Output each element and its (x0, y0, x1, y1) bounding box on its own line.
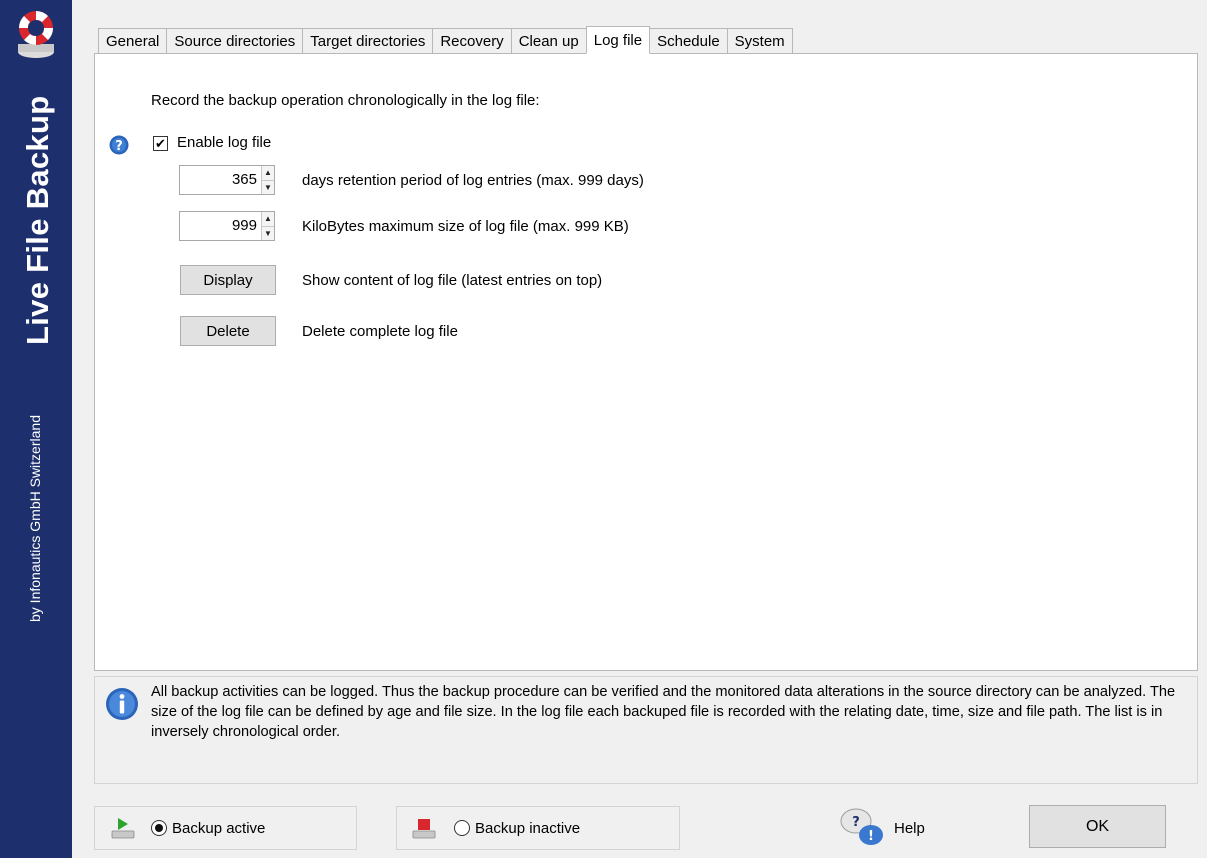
tab-system[interactable]: System (726, 28, 793, 54)
checkmark-icon: ✔ (155, 136, 166, 151)
tab-source-directories[interactable]: Source directories (166, 28, 303, 54)
backup-active-label[interactable]: Backup active (172, 820, 265, 837)
svg-text:?: ? (115, 139, 123, 154)
backup-active-radio[interactable] (151, 820, 167, 836)
backup-inactive-label[interactable]: Backup inactive (475, 820, 580, 837)
spinner-up-icon[interactable]: ▲ (262, 212, 274, 227)
speech-bubbles-icon: ? ! (840, 808, 883, 845)
tab-schedule[interactable]: Schedule (650, 28, 727, 54)
tab-recovery[interactable]: Recovery (432, 28, 511, 54)
retention-days-spinner[interactable]: 365 ▲ ▼ (179, 165, 275, 195)
tab-clean-up[interactable]: Clean up (510, 28, 586, 54)
max-size-spinner[interactable]: 999 ▲ ▼ (179, 211, 275, 241)
backup-active-group: Backup active (94, 806, 357, 850)
spinner-down-icon[interactable]: ▼ (262, 226, 274, 240)
info-box: All backup activities can be logged. Thu… (94, 676, 1198, 784)
info-circle-icon (106, 688, 138, 720)
delete-log-button[interactable]: Delete (180, 316, 276, 346)
backup-inactive-radio[interactable] (454, 820, 470, 836)
tab-bar: General Source directories Target direct… (98, 26, 793, 54)
max-size-label: KiloBytes maximum size of log file (max.… (302, 218, 629, 235)
lifebuoy-drive-icon (18, 11, 54, 58)
tab-log-file[interactable]: Log file (585, 26, 651, 54)
display-log-description: Show content of log file (latest entries… (302, 272, 603, 289)
ok-button[interactable]: OK (1029, 805, 1166, 848)
spinner-down-icon[interactable]: ▼ (262, 180, 274, 194)
help-label[interactable]: Help (894, 820, 925, 837)
display-log-button[interactable]: Display (180, 265, 276, 295)
brand-title: Live File Backup (20, 95, 55, 345)
log-file-panel: Record the backup operation chronologica… (94, 53, 1198, 671)
drive-play-icon (111, 818, 135, 839)
tab-general[interactable]: General (98, 28, 167, 54)
backup-inactive-group: Backup inactive (396, 806, 680, 850)
tab-target-directories[interactable]: Target directories (302, 28, 433, 54)
retention-days-value[interactable]: 365 (180, 166, 261, 194)
max-size-value[interactable]: 999 (180, 212, 261, 240)
retention-days-label: days retention period of log entries (ma… (302, 172, 644, 189)
info-text: All backup activities can be logged. Thu… (151, 684, 1176, 740)
help-link[interactable]: ? ! Help (838, 806, 925, 850)
spinner-up-icon[interactable]: ▲ (262, 166, 274, 181)
svg-text:!: ! (868, 829, 874, 844)
log-file-heading: Record the backup operation chronologica… (151, 92, 540, 109)
enable-log-file-checkbox[interactable]: ✔ (153, 136, 168, 151)
enable-log-file-label: Enable log file (177, 134, 272, 151)
delete-log-description: Delete complete log file (302, 323, 458, 340)
question-circle-icon[interactable]: ? (109, 135, 129, 155)
brand-subtitle: by Infonautics GmbH Switzerland (27, 415, 43, 622)
drive-stop-icon (412, 819, 436, 839)
svg-text:?: ? (852, 815, 860, 830)
sidebar-banner: Live File Backup by Infonautics GmbH Swi… (0, 0, 72, 858)
